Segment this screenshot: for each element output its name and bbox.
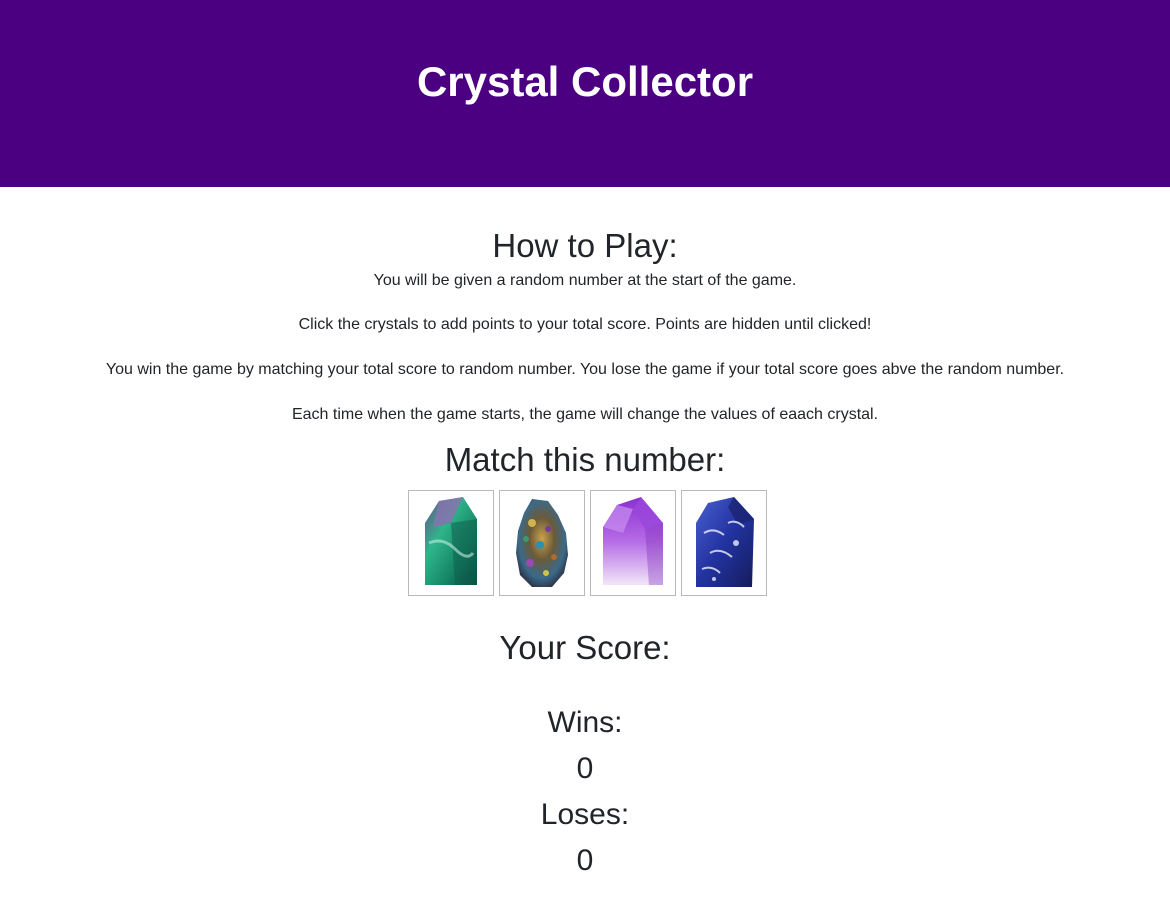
instruction-line: Click the crystals to add points to your… xyxy=(298,316,872,333)
rainbow-aura-crystal-button[interactable] xyxy=(498,490,585,596)
rainbow-aura-crystal-icon xyxy=(515,499,568,587)
match-number-title: Match this number: xyxy=(444,441,726,478)
loses-label: Loses: xyxy=(540,798,630,831)
stats: Wins: 0 Loses: 0 xyxy=(0,700,1170,884)
instruction-line: You will be given a random number at the… xyxy=(373,272,797,289)
your-score-title: Your Score: xyxy=(499,629,671,666)
page-title: Crystal Collector xyxy=(416,58,754,105)
page-header: Crystal Collector xyxy=(0,0,1170,187)
amethyst-crystal-icon xyxy=(602,497,663,585)
loses-value: 0 xyxy=(576,844,594,877)
crystal-row xyxy=(4,490,1170,596)
instruction-line: You win the game by matching your total … xyxy=(105,361,1065,378)
green-fluorite-crystal-button[interactable] xyxy=(407,490,494,596)
amethyst-crystal-button[interactable] xyxy=(589,490,676,596)
green-fluorite-crystal-icon xyxy=(424,497,477,585)
instructions: You will be given a random number at the… xyxy=(0,268,1170,447)
sodalite-crystal-icon xyxy=(695,497,754,587)
how-to-play-title: How to Play: xyxy=(492,227,678,264)
wins-label: Wins: xyxy=(547,706,623,739)
game-container: How to Play: You will be given a random … xyxy=(0,224,1170,884)
sodalite-crystal-button[interactable] xyxy=(680,490,767,596)
wins-value: 0 xyxy=(576,752,594,785)
